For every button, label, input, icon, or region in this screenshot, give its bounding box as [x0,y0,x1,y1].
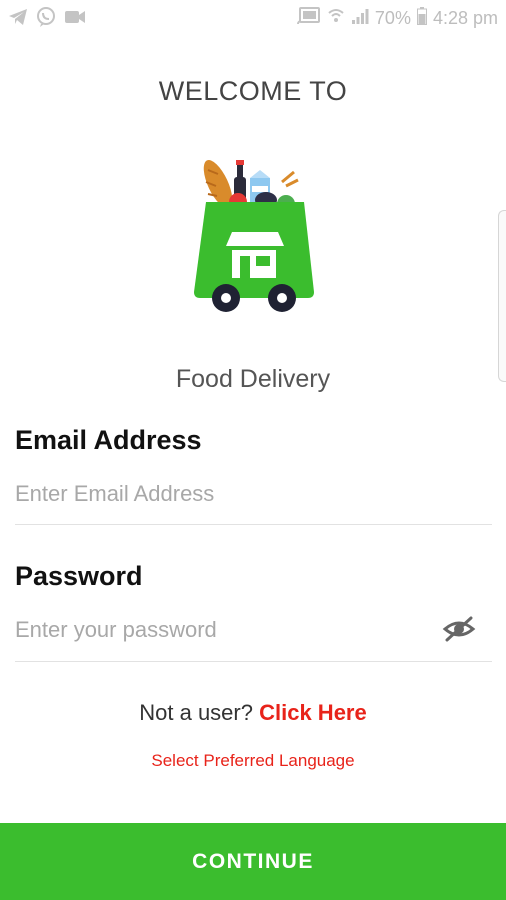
continue-button[interactable]: CONTINUE [0,823,506,900]
click-here-link[interactable]: Click Here [259,700,367,725]
battery-icon [416,7,427,30]
video-icon [64,9,86,30]
select-language-link[interactable]: Select Preferred Language [0,751,506,771]
email-field[interactable] [15,477,435,511]
login-screen: 70% 4:28 pm WELCOME TO Food Delivery Ema… [0,0,506,900]
status-time: 4:28 pm [432,8,498,28]
email-divider [15,524,492,525]
eye-off-icon[interactable] [442,614,476,644]
welcome-heading: WELCOME TO [158,76,348,106]
signup-prompt: Not a user? Click Here [0,700,506,726]
password-field[interactable] [15,613,435,647]
password-divider [15,661,492,662]
wifi-icon [327,7,345,30]
battery-percent: 70% [374,8,411,28]
status-bar-notifications [8,7,86,32]
signal-icon [351,7,369,30]
signup-prompt-text: Not a user? [139,700,253,725]
edge-panel-handle[interactable] [498,210,506,382]
app-logo [186,152,322,316]
password-label: Password [15,561,143,591]
cast-icon [296,7,321,30]
telegram-icon [8,8,28,31]
app-name: Food Delivery [175,365,331,393]
status-bar-system: 70% 4:28 pm [296,7,498,30]
viber-icon [36,7,56,32]
status-bar: 70% 4:28 pm [0,0,506,34]
email-label: Email Address [15,425,202,455]
